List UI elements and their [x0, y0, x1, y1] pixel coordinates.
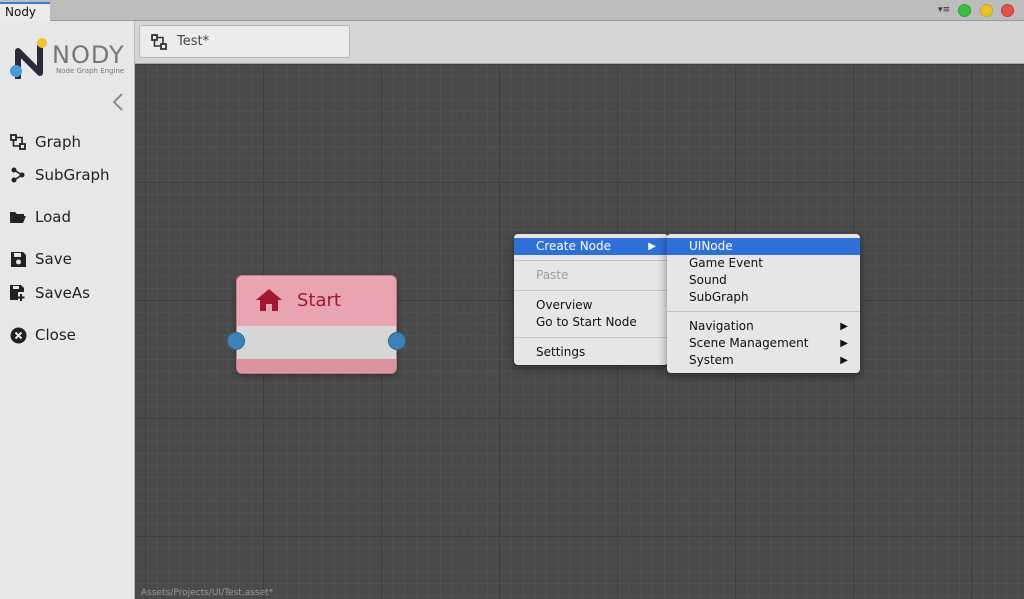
- sidebar: NODY Node Graph Engine Graph SubGraph Lo…: [0, 21, 135, 599]
- save-icon: [8, 249, 28, 269]
- graph-icon: [8, 132, 28, 152]
- graph-canvas[interactable]: Assets/Projects/UI/Test.asset* Start Cre…: [135, 64, 1024, 599]
- menu-separator: [667, 311, 860, 312]
- submenu-item-navigation[interactable]: Navigation ▶: [667, 318, 860, 335]
- menu-item-label: Navigation: [689, 319, 754, 333]
- menu-item-label: Game Event: [689, 256, 763, 270]
- menu-item-settings[interactable]: Settings: [514, 344, 668, 361]
- submenu-arrow-icon: ▶: [840, 338, 848, 349]
- start-node-output-port[interactable]: [388, 332, 406, 350]
- sidebar-item-save[interactable]: Save: [8, 247, 72, 271]
- menu-item-label: Create Node: [536, 239, 612, 253]
- submenu-item-scene-management[interactable]: Scene Management ▶: [667, 335, 860, 352]
- menu-item-label: Settings: [536, 345, 586, 359]
- menu-item-label: Overview: [536, 298, 593, 312]
- menu-item-label: System: [689, 353, 734, 367]
- sidebar-item-label: Close: [35, 326, 76, 344]
- start-node-input-port[interactable]: [227, 332, 245, 350]
- window-menu-icon[interactable]: ▾≡: [938, 5, 950, 15]
- graph-icon: [150, 33, 168, 51]
- window-tab-nody[interactable]: Nody: [0, 2, 50, 21]
- submenu-item-game-event[interactable]: Game Event: [667, 255, 860, 272]
- start-node-header[interactable]: Start: [237, 276, 396, 326]
- sidebar-item-label: SubGraph: [35, 166, 110, 184]
- window-minimize-button[interactable]: [980, 4, 993, 17]
- tab-test[interactable]: Test*: [139, 25, 350, 58]
- context-menu: Create Node ▶ Paste Overview Go to Start…: [514, 234, 668, 365]
- nody-logo-icon: [10, 38, 47, 79]
- menu-item-label: Go to Start Node: [536, 315, 637, 329]
- start-node-title: Start: [297, 290, 341, 311]
- submenu-arrow-icon: ▶: [840, 321, 848, 332]
- logo-subtitle: Node Graph Engine: [56, 67, 125, 75]
- window-close-button[interactable]: [1001, 4, 1014, 17]
- window-title-bar: Nody ▾≡: [0, 0, 1024, 21]
- menu-item-paste: Paste: [514, 267, 668, 284]
- home-icon: [254, 287, 284, 317]
- menu-item-overview[interactable]: Overview: [514, 297, 668, 314]
- sidebar-item-label: Graph: [35, 133, 82, 151]
- folder-open-icon: [8, 207, 28, 227]
- submenu-item-system[interactable]: System ▶: [667, 352, 860, 369]
- chevron-left-icon[interactable]: [112, 92, 124, 116]
- asset-path: Assets/Projects/UI/Test.asset*: [141, 588, 274, 598]
- sidebar-item-label: SaveAs: [35, 284, 90, 302]
- document-tab-bar: Test*: [135, 21, 1024, 64]
- menu-item-label: SubGraph: [689, 290, 749, 304]
- menu-item-label: Scene Management: [689, 336, 809, 350]
- sidebar-item-label: Load: [35, 208, 71, 226]
- subgraph-icon: [8, 165, 28, 185]
- sidebar-item-label: Save: [35, 250, 72, 268]
- sidebar-item-load[interactable]: Load: [8, 205, 71, 229]
- window-maximize-button[interactable]: [958, 4, 971, 17]
- sidebar-item-subgraph[interactable]: SubGraph: [8, 163, 110, 187]
- sidebar-item-close[interactable]: Close: [8, 323, 76, 347]
- menu-separator: [514, 260, 668, 261]
- submenu-arrow-icon: ▶: [648, 241, 656, 252]
- menu-separator: [514, 290, 668, 291]
- submenu-item-uinode[interactable]: UINode: [667, 238, 860, 255]
- create-node-submenu: UINode Game Event Sound SubGraph Navigat…: [667, 234, 860, 373]
- menu-separator: [514, 337, 668, 338]
- menu-item-label: Paste: [536, 268, 569, 282]
- menu-item-label: UINode: [689, 239, 733, 253]
- submenu-item-subgraph[interactable]: SubGraph: [667, 289, 860, 306]
- tab-label: Test*: [177, 34, 210, 49]
- menu-item-go-to-start-node[interactable]: Go to Start Node: [514, 314, 668, 331]
- submenu-item-sound[interactable]: Sound: [667, 272, 860, 289]
- save-as-icon: [8, 283, 28, 303]
- menu-item-create-node[interactable]: Create Node ▶: [514, 238, 668, 255]
- logo-text: NODY: [52, 41, 125, 69]
- sidebar-item-graph[interactable]: Graph: [8, 130, 81, 154]
- start-node[interactable]: Start: [227, 275, 406, 374]
- submenu-arrow-icon: ▶: [840, 355, 848, 366]
- start-node-body: [237, 326, 396, 359]
- sidebar-item-saveas[interactable]: SaveAs: [8, 281, 90, 305]
- close-circle-icon: [8, 325, 28, 345]
- menu-item-label: Sound: [689, 273, 727, 287]
